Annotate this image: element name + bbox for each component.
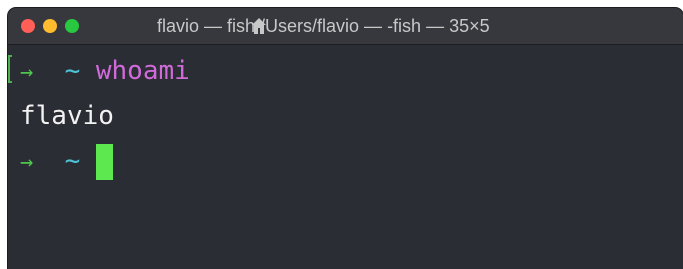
command-text: whoami: [95, 56, 190, 86]
prompt-cwd: ~: [64, 56, 81, 86]
terminal-cursor[interactable]: [95, 143, 113, 180]
title-bar[interactable]: flavio — fish /Users/flavio — -fish — 35…: [8, 8, 683, 45]
window-title-text: flavio — fish /Users/flavio — -fish — 35…: [157, 16, 490, 36]
prompt-arrow: →: [20, 150, 34, 175]
prompt-arrow: →: [20, 60, 34, 85]
zoom-button[interactable]: [65, 19, 79, 33]
command-line: → ~ whoami: [20, 51, 190, 91]
terminal-window: flavio — fish /Users/flavio — -fish — 35…: [8, 8, 683, 269]
command-output: flavio: [20, 101, 114, 131]
active-prompt-line[interactable]: → ~: [20, 141, 113, 181]
minimize-button[interactable]: [43, 19, 57, 33]
close-button[interactable]: [21, 19, 35, 33]
output-line: flavio: [20, 96, 114, 136]
prompt-cwd: ~: [64, 146, 81, 176]
terminal-content[interactable]: → ~ whoami flavio → ~: [8, 45, 683, 269]
prompt-bracket: [8, 55, 12, 83]
